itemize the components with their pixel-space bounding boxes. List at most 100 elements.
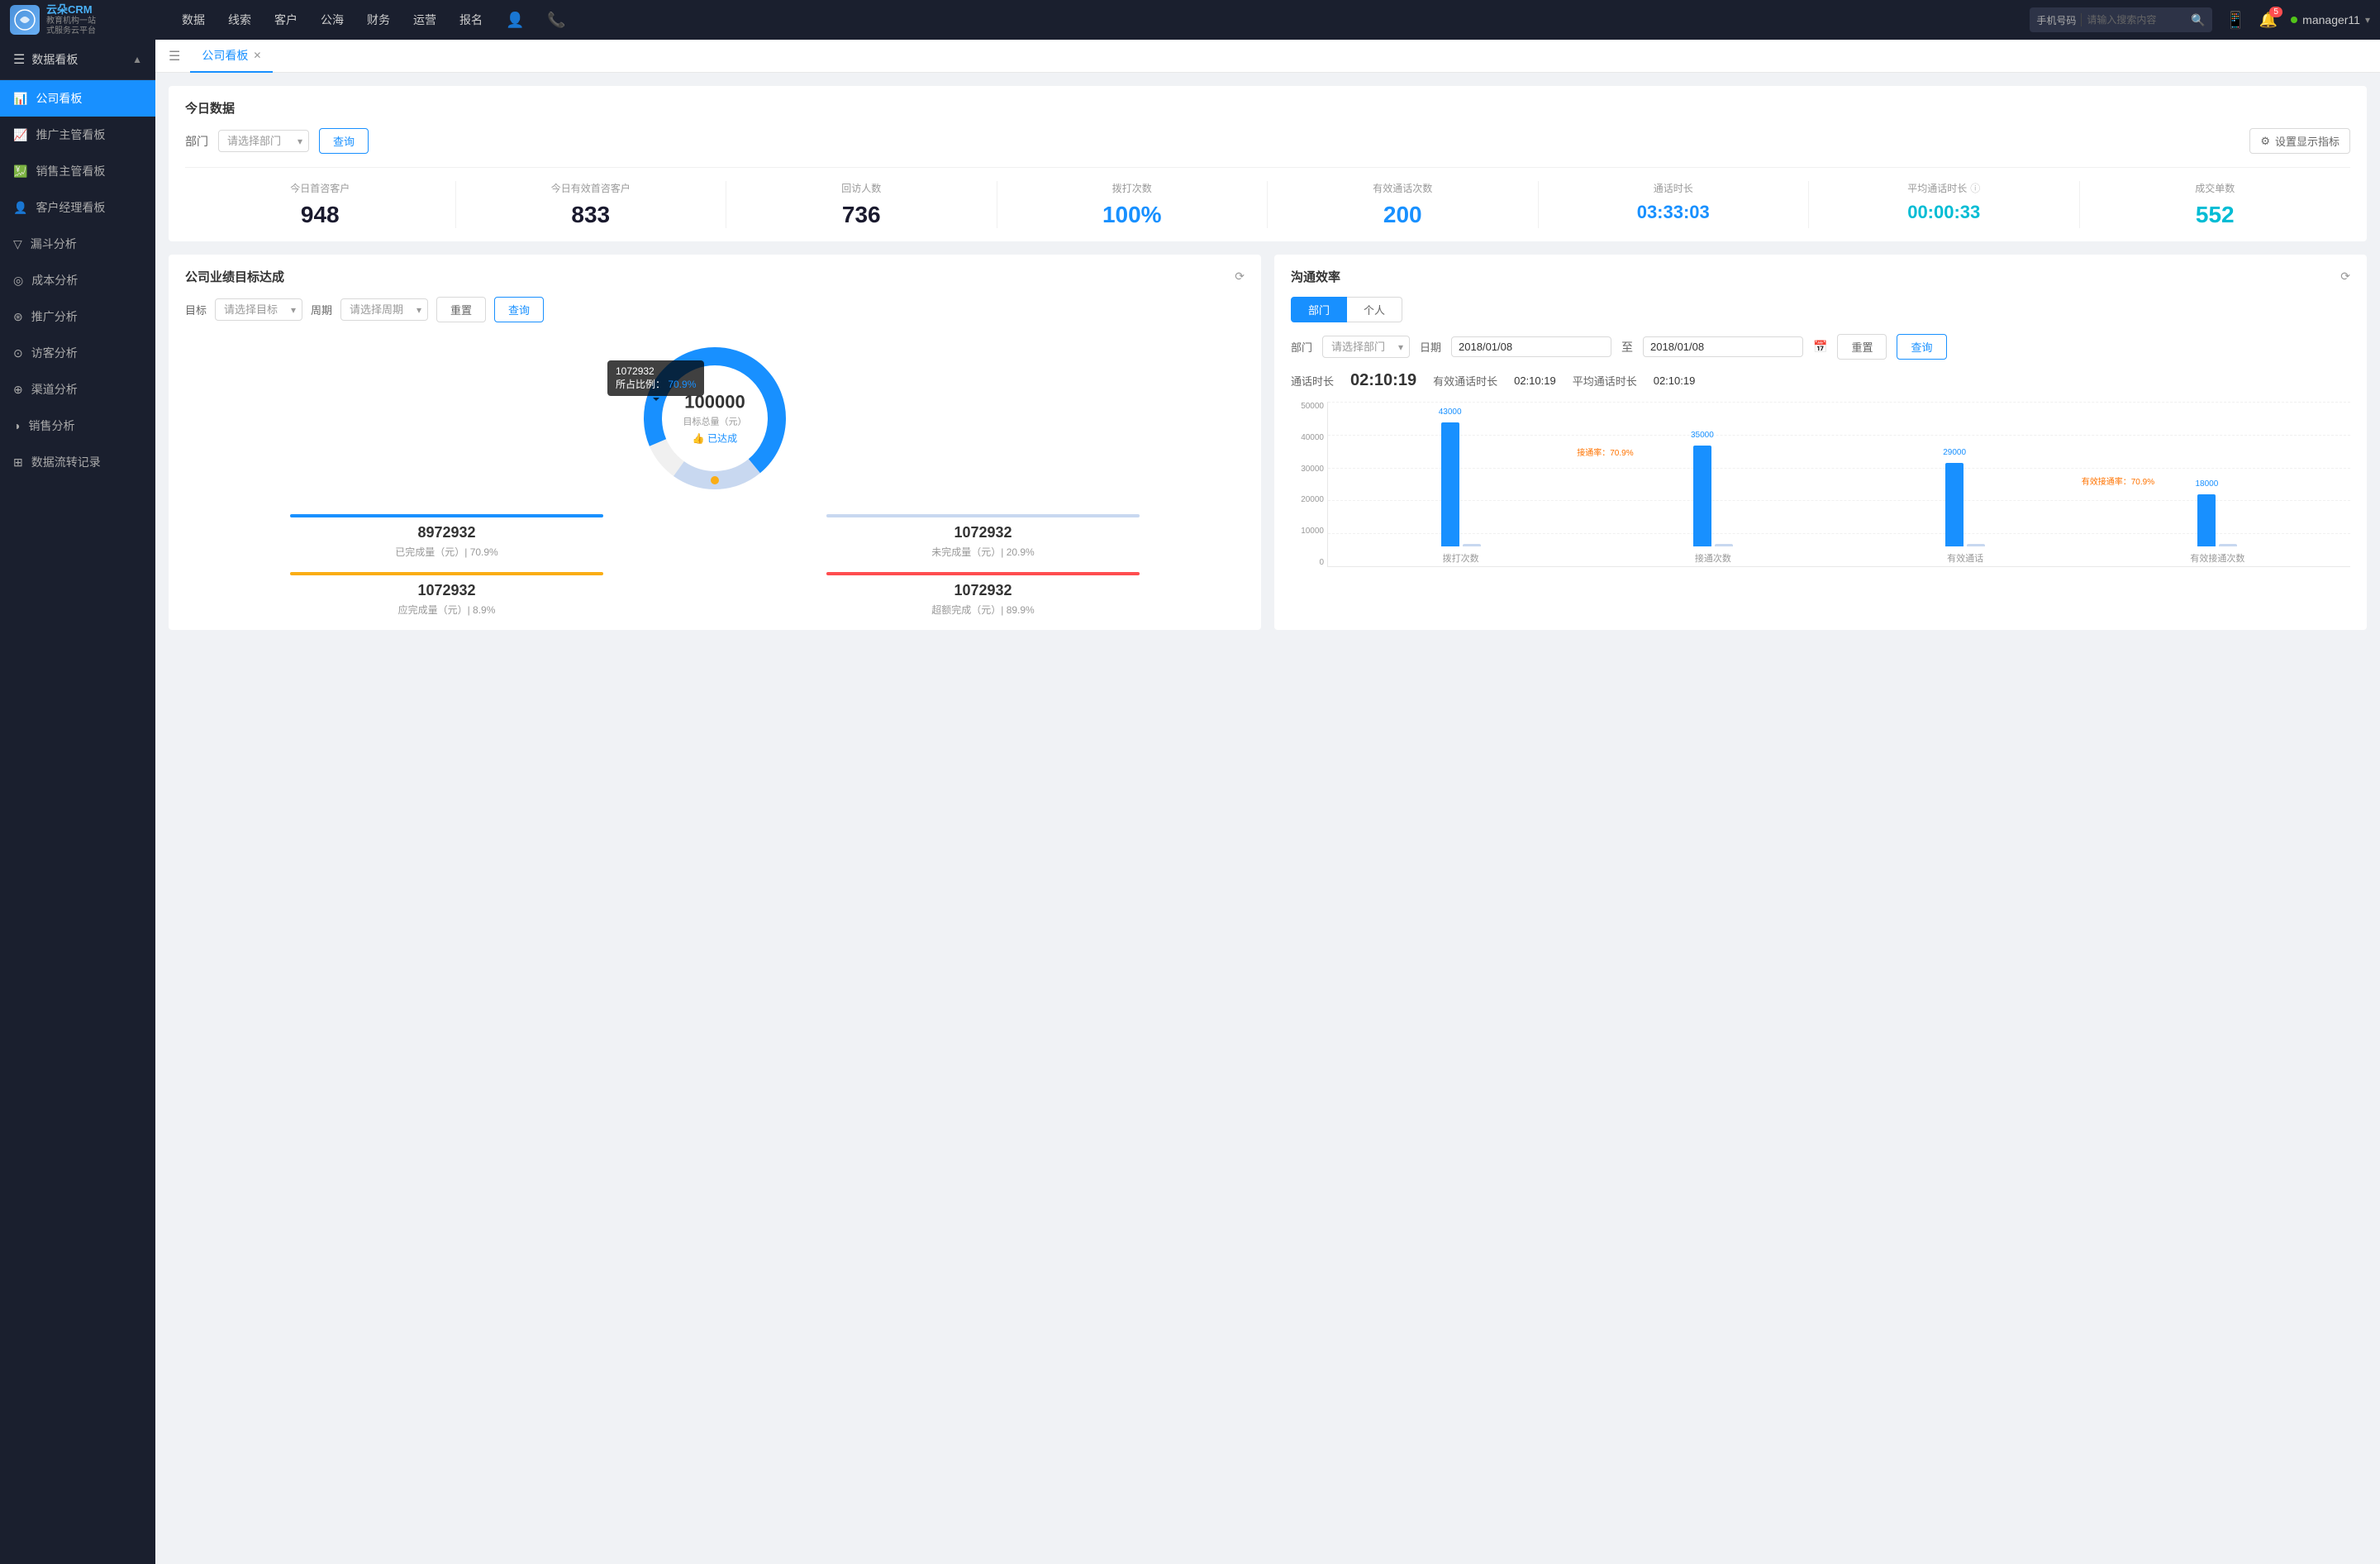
goal-chart-header: 公司业绩目标达成 ⟳ <box>185 268 1245 285</box>
comm-query-button[interactable]: 查询 <box>1897 334 1946 360</box>
comm-reset-button[interactable]: 重置 <box>1837 334 1887 360</box>
bar-effective-connected-blue[interactable]: 18000 <box>2197 494 2216 546</box>
comm-dept-label: 部门 <box>1291 339 1312 355</box>
sidebar-item-company-board[interactable]: 📊 公司看板 <box>0 80 155 117</box>
sidebar-item-promotion[interactable]: ⊛ 推广分析 <box>0 298 155 335</box>
comm-dept-select[interactable]: 请选择部门 <box>1322 336 1410 358</box>
comm-filters: 部门 请选择部门 日期 至 📅 重置 查询 <box>1291 334 2350 360</box>
goal-stat-completed: 8972932 已完成量（元）| 70.9% <box>185 514 708 559</box>
sidebar-menu-icon[interactable]: ☰ <box>13 51 25 68</box>
nav-item-leads[interactable]: 线索 <box>228 12 251 28</box>
target-select[interactable]: 请选择目标 <box>215 298 302 321</box>
sidebar-item-data-flow[interactable]: ⊞ 数据流转记录 <box>0 444 155 480</box>
bar-effective-blue[interactable]: 29000 <box>1945 463 1963 547</box>
stat-first-consult: 今日首咨客户 948 <box>185 181 456 228</box>
filter-left: 部门 请选择部门 查询 <box>185 128 369 154</box>
dept-filter-label: 部门 <box>185 133 208 150</box>
nav-item-sea[interactable]: 公海 <box>321 12 344 28</box>
goal-refresh-icon[interactable]: ⟳ <box>1235 269 1245 284</box>
sidebar-item-channel[interactable]: ⊕ 渠道分析 <box>0 371 155 408</box>
annotation-effective-rate: 有效接通率：70.9% <box>2082 474 2154 487</box>
comm-tab-personal[interactable]: 个人 <box>1347 297 1402 322</box>
sidebar-item-icon: 💹 <box>13 165 27 179</box>
nav-item-operations[interactable]: 运营 <box>413 12 436 28</box>
call-duration-label: 通话时长 <box>1291 373 1334 389</box>
user-dropdown-icon[interactable]: ▾ <box>2365 14 2370 26</box>
donut-center-value: 100000 <box>683 392 747 413</box>
sidebar-item-icon: ◎ <box>13 274 23 288</box>
donut-center-label: 目标总量（元） <box>683 415 747 428</box>
nav-item-finance[interactable]: 财务 <box>367 12 390 28</box>
bar-connected-light[interactable] <box>1715 544 1733 547</box>
tab-close-icon[interactable]: ✕ <box>253 50 261 61</box>
donut-achieved-label: 👍 已达成 <box>683 432 747 446</box>
stat-value: 833 <box>464 202 718 228</box>
logo-area: 云朵CRM 教育机构一站式服务云平台 <box>10 3 165 37</box>
search-type-selector[interactable]: 手机号码 <box>2036 13 2076 27</box>
bar-dial-light[interactable] <box>1463 544 1481 547</box>
bar-effective-light[interactable] <box>1967 544 1985 547</box>
goal-reset-button[interactable]: 重置 <box>436 297 486 322</box>
bar-label-29000: 29000 <box>1943 448 1966 457</box>
goal-stat-desc: 超额完成（元）| 89.9% <box>721 603 1245 617</box>
calendar-icon[interactable]: 📅 <box>1813 340 1827 354</box>
tab-menu-icon[interactable]: ☰ <box>169 48 180 64</box>
sidebar-item-customer-board[interactable]: 👤 客户经理看板 <box>0 189 155 226</box>
goal-query-button[interactable]: 查询 <box>494 297 544 322</box>
person-icon[interactable]: 👤 <box>506 12 524 29</box>
date-to-input[interactable] <box>1643 336 1803 357</box>
period-select[interactable]: 请选择周期 <box>340 298 428 321</box>
call-duration-value: 02:10:19 <box>1350 371 1416 390</box>
sidebar-collapse-icon[interactable]: ▲ <box>132 54 142 65</box>
tab-company-board[interactable]: 公司看板 ✕ <box>190 40 273 73</box>
exceeded-bar <box>826 572 1140 575</box>
sidebar-item-icon: ⊛ <box>13 310 23 324</box>
sidebar-item-label: 销售主管看板 <box>36 163 105 179</box>
y-label-40000: 40000 <box>1301 433 1324 442</box>
bar-connected-blue[interactable]: 35000 <box>1693 446 1711 547</box>
notification-icon[interactable]: 🔔 5 <box>2259 12 2278 29</box>
sidebar-item-label: 销售分析 <box>28 417 74 434</box>
goal-stat-desc: 应完成量（元）| 8.9% <box>185 603 708 617</box>
bar-group-effective-connected: 有效接通率：70.9% 18000 有效接通次数 <box>2092 402 2344 566</box>
goal-stat-value: 1072932 <box>185 582 708 599</box>
goal-stat-desc: 已完成量（元）| 70.9% <box>185 545 708 559</box>
today-query-button[interactable]: 查询 <box>319 128 369 154</box>
sidebar-item-funnel[interactable]: ▽ 漏斗分析 <box>0 226 155 262</box>
sidebar-item-label: 漏斗分析 <box>31 236 77 252</box>
y-label-50000: 50000 <box>1301 402 1324 411</box>
sidebar-item-visitor[interactable]: ⊙ 访客分析 <box>0 335 155 371</box>
content-area: 今日数据 部门 请选择部门 查询 ⚙ 设置显示指标 <box>155 73 2380 1564</box>
comm-tab-dept[interactable]: 部门 <box>1291 297 1347 322</box>
bar-effective-connected-light[interactable] <box>2219 544 2237 547</box>
sidebar-item-icon: 👤 <box>13 201 27 215</box>
user-info[interactable]: manager11 ▾ <box>2291 13 2370 26</box>
phone-icon[interactable]: 📞 <box>547 12 565 29</box>
nav-item-signup[interactable]: 报名 <box>459 12 483 28</box>
sidebar-item-label: 访客分析 <box>31 345 78 361</box>
comm-tabs: 部门 个人 <box>1291 297 2350 322</box>
settings-display-button[interactable]: ⚙ 设置显示指标 <box>2249 128 2350 154</box>
nav-item-data[interactable]: 数据 <box>182 12 205 28</box>
nav-items: 数据 线索 客户 公海 财务 运营 报名 👤 📞 <box>165 12 2030 29</box>
goal-stat-incomplete: 1072932 未完成量（元）| 20.9% <box>721 514 1245 559</box>
comm-refresh-icon[interactable]: ⟳ <box>2340 269 2350 284</box>
sidebar-item-label: 客户经理看板 <box>36 199 105 216</box>
tablet-icon[interactable]: 📱 <box>2225 10 2246 31</box>
bar-label-35000: 35000 <box>1691 431 1714 440</box>
sidebar-item-cost[interactable]: ◎ 成本分析 <box>0 262 155 298</box>
sidebar-item-sales-board[interactable]: 💹 销售主管看板 <box>0 153 155 189</box>
sidebar-title: 数据看板 <box>31 51 78 68</box>
search-icon[interactable]: 🔍 <box>2191 13 2205 27</box>
search-input[interactable] <box>2087 14 2186 26</box>
date-from-input[interactable] <box>1451 336 1611 357</box>
sidebar-item-sales-analysis[interactable]: ◑ 销售分析 <box>0 408 155 444</box>
stat-value: 100% <box>1006 202 1259 228</box>
nav-item-customers[interactable]: 客户 <box>274 12 298 28</box>
bar-dial-blue[interactable]: 43000 <box>1441 422 1459 547</box>
sidebar-item-icon: 📈 <box>13 128 27 142</box>
bar-group-label-connected: 接通次数 <box>1695 550 1731 566</box>
sidebar-item-promoter-board[interactable]: 📈 推广主管看板 <box>0 117 155 153</box>
bar-label-18000: 18000 <box>2195 479 2218 489</box>
dept-select[interactable]: 请选择部门 <box>218 130 309 152</box>
